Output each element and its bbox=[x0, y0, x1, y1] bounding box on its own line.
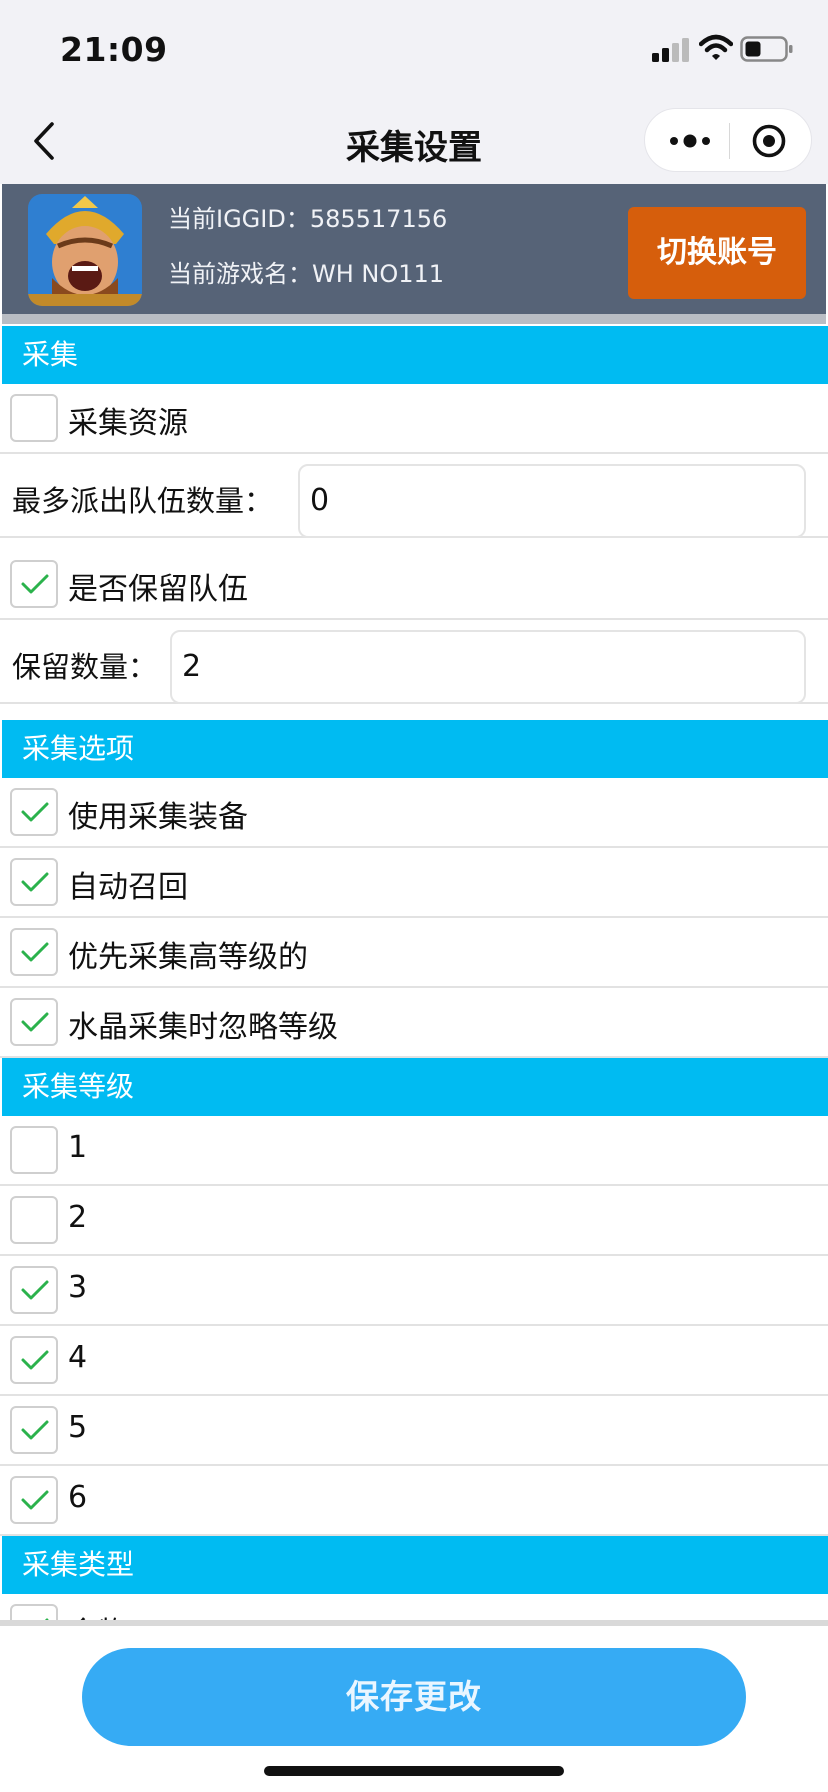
checkmark-icon bbox=[21, 1490, 49, 1510]
max-troops-input[interactable]: 0 bbox=[298, 464, 806, 538]
level-label: 1 bbox=[68, 1130, 88, 1165]
signal-icon bbox=[652, 38, 689, 62]
game-avatar bbox=[28, 194, 142, 306]
more-dots-icon[interactable] bbox=[665, 125, 715, 157]
checkmark-icon bbox=[21, 872, 49, 892]
iggid-text: 当前IGGID：585517156 bbox=[168, 205, 448, 233]
list-item[interactable]: 6 bbox=[0, 1466, 828, 1536]
checkmark-icon bbox=[21, 942, 49, 962]
level-4-checkbox[interactable] bbox=[10, 1336, 58, 1384]
option-label: 水晶采集时忽略等级 bbox=[68, 1010, 338, 1045]
level-5-checkbox[interactable] bbox=[10, 1406, 58, 1454]
wifi-icon bbox=[699, 34, 733, 60]
home-indicator bbox=[264, 1766, 564, 1776]
target-icon[interactable] bbox=[751, 123, 787, 159]
capsule-divider bbox=[729, 123, 730, 159]
list-item[interactable]: 使用采集装备 bbox=[0, 778, 828, 848]
list-item[interactable]: 5 bbox=[0, 1396, 828, 1466]
list-item[interactable]: 1 bbox=[0, 1116, 828, 1186]
level-1-checkbox[interactable] bbox=[10, 1126, 58, 1174]
section-header-types: 采集类型 bbox=[2, 1536, 828, 1594]
list-item[interactable]: 自动召回 bbox=[0, 848, 828, 918]
keep-troops-checkbox[interactable] bbox=[10, 560, 58, 608]
account-bar: 当前IGGID：585517156 当前游戏名：WH NO111 切换账号 bbox=[2, 184, 826, 314]
keep-count-input[interactable]: 2 bbox=[170, 630, 806, 704]
list-item[interactable]: 4 bbox=[0, 1326, 828, 1396]
list-item[interactable]: 水晶采集时忽略等级 bbox=[0, 988, 828, 1058]
checkmark-icon bbox=[21, 1012, 49, 1032]
save-button[interactable]: 保存更改 bbox=[82, 1648, 746, 1746]
battery-icon bbox=[740, 36, 793, 62]
level-6-checkbox[interactable] bbox=[10, 1476, 58, 1524]
status-bar: 21:09 bbox=[0, 0, 828, 100]
level-label: 6 bbox=[68, 1480, 88, 1515]
keep-count-row: 保留数量： 2 bbox=[0, 620, 828, 704]
checkmark-icon bbox=[21, 1420, 49, 1440]
collect-resources-checkbox[interactable] bbox=[10, 394, 58, 442]
keep-troops-row[interactable]: 是否保留队伍 bbox=[0, 550, 828, 620]
auto-recall-checkbox[interactable] bbox=[10, 858, 58, 906]
collect-resources-row[interactable]: 采集资源 bbox=[0, 384, 828, 454]
section-header-levels: 采集等级 bbox=[2, 1058, 828, 1116]
level-2-checkbox[interactable] bbox=[10, 1196, 58, 1244]
nav-bar: 采集设置 bbox=[0, 100, 828, 184]
keep-count-label: 保留数量： bbox=[12, 650, 158, 684]
keep-troops-label: 是否保留队伍 bbox=[68, 572, 248, 607]
section-header-options: 采集选项 bbox=[2, 720, 828, 778]
list-item[interactable]: 3 bbox=[0, 1256, 828, 1326]
prefer-high-level-checkbox[interactable] bbox=[10, 928, 58, 976]
collect-resources-label: 采集资源 bbox=[68, 406, 188, 441]
max-troops-label: 最多派出队伍数量： bbox=[12, 484, 274, 518]
checkmark-icon bbox=[21, 802, 49, 822]
option-label: 自动召回 bbox=[68, 870, 188, 905]
game-name-text: 当前游戏名：WH NO111 bbox=[168, 260, 445, 288]
level-label: 5 bbox=[68, 1410, 88, 1445]
checkmark-icon bbox=[21, 1350, 49, 1370]
list-item[interactable]: 2 bbox=[0, 1186, 828, 1256]
screen: 21:09 采集设置 当前IGGID：585517156 当前游戏名：WH NO… bbox=[0, 0, 828, 1792]
menu-capsule bbox=[644, 108, 812, 172]
level-label: 2 bbox=[68, 1200, 88, 1235]
level-3-checkbox[interactable] bbox=[10, 1266, 58, 1314]
switch-account-button[interactable]: 切换账号 bbox=[628, 207, 806, 299]
status-time: 21:09 bbox=[60, 30, 168, 69]
checkmark-icon bbox=[21, 574, 49, 594]
level-label: 4 bbox=[68, 1340, 88, 1375]
checkmark-icon bbox=[21, 1280, 49, 1300]
account-bar-shadow bbox=[2, 314, 826, 324]
section-header-collect: 采集 bbox=[2, 326, 828, 384]
crystal-ignore-level-checkbox[interactable] bbox=[10, 998, 58, 1046]
option-label: 使用采集装备 bbox=[68, 800, 248, 835]
list-item[interactable]: 优先采集高等级的 bbox=[0, 918, 828, 988]
max-troops-row: 最多派出队伍数量： 0 bbox=[0, 454, 828, 538]
use-gear-checkbox[interactable] bbox=[10, 788, 58, 836]
level-label: 3 bbox=[68, 1270, 88, 1305]
option-label: 优先采集高等级的 bbox=[68, 940, 308, 975]
